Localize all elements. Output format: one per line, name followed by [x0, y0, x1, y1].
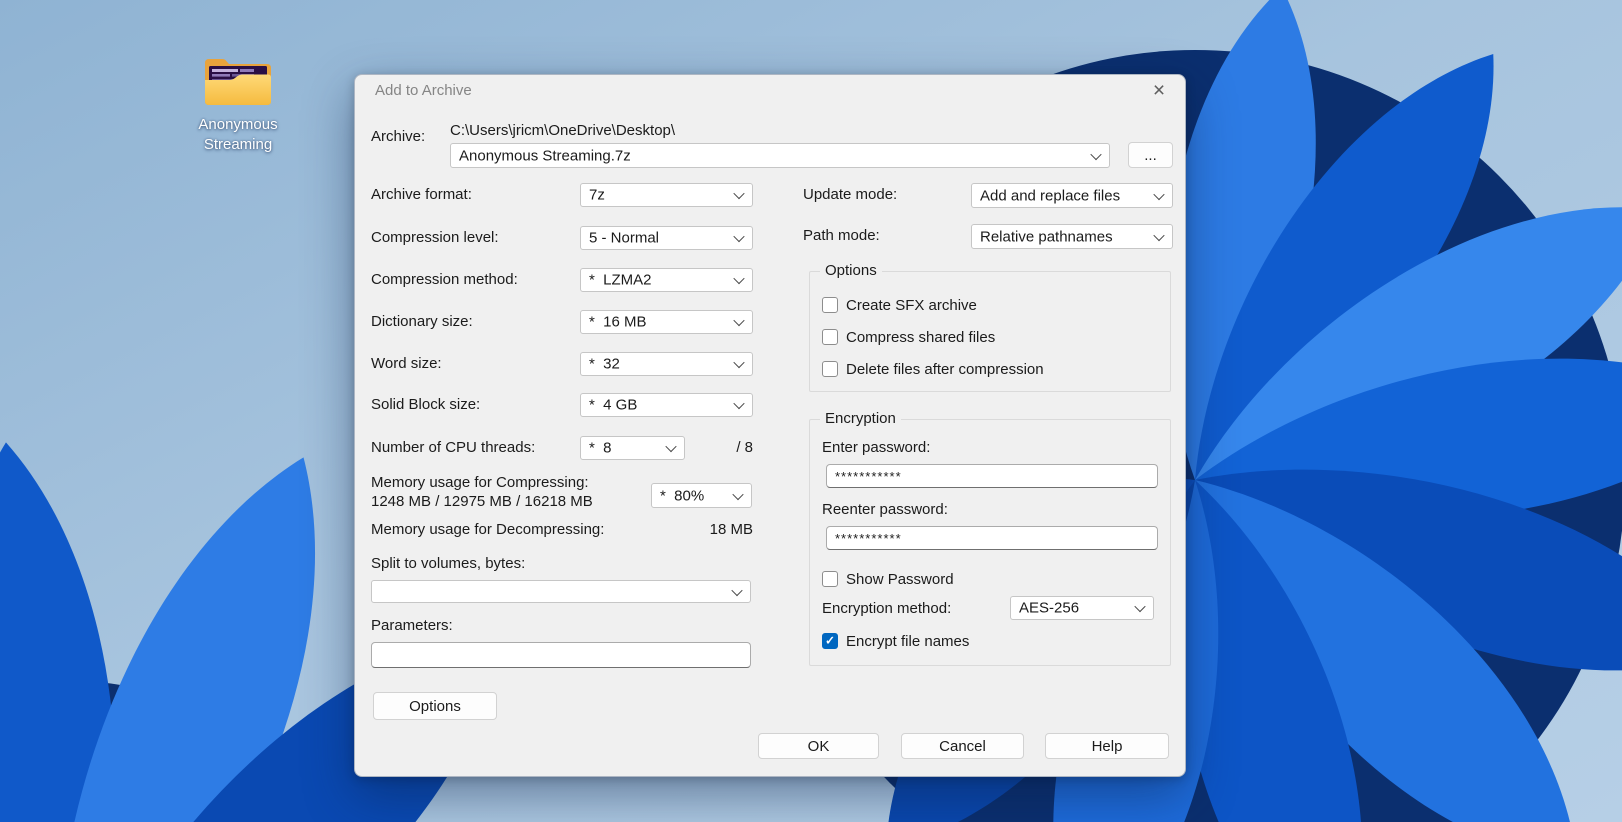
enter-password-input[interactable]	[826, 464, 1158, 488]
encryption-method-combo[interactable]: AES-256	[1010, 596, 1154, 620]
parameters-label: Parameters:	[371, 616, 453, 636]
update-mode-label: Update mode:	[803, 185, 897, 205]
update-mode-combo[interactable]: Add and replace files	[971, 183, 1173, 208]
options-button[interactable]: Options	[373, 692, 497, 720]
reenter-password-label: Reenter password:	[822, 500, 948, 520]
chevron-down-icon	[731, 584, 742, 595]
chevron-down-icon	[733, 315, 744, 326]
memory-usage-combo[interactable]: * 80%	[651, 483, 752, 508]
solid-block-size-label: Solid Block size:	[371, 395, 480, 415]
dialog-title: Add to Archive	[375, 82, 472, 99]
solid-block-size-combo[interactable]: * 4 GB	[580, 393, 753, 417]
cancel-button[interactable]: Cancel	[901, 733, 1024, 759]
chevron-down-icon	[1153, 229, 1164, 240]
cpu-threads-total: / 8	[580, 438, 753, 458]
checkbox-create-sfx-archive[interactable]: Create SFX archive	[822, 296, 977, 314]
path-mode-combo[interactable]: Relative pathnames	[971, 224, 1173, 249]
path-mode-label: Path mode:	[803, 226, 880, 246]
chevron-down-icon	[733, 273, 744, 284]
chevron-down-icon	[1134, 601, 1145, 612]
checkbox-delete-files-after-compression[interactable]: Delete files after compression	[822, 360, 1044, 378]
checkbox-show-password[interactable]: Show Password	[822, 570, 954, 588]
memory-compressing-detail: 1248 MB / 12975 MB / 16218 MB	[371, 492, 593, 511]
reenter-password-input[interactable]	[826, 526, 1158, 550]
checkbox-icon	[822, 329, 838, 345]
encryption-group: Encryption Enter password: Reenter passw…	[809, 419, 1171, 666]
compression-level-label: Compression level:	[371, 228, 499, 248]
chevron-down-icon	[733, 357, 744, 368]
memory-compressing-label: Memory usage for Compressing: 1248 MB / …	[371, 473, 593, 511]
options-group: Options Create SFX archive Compress shar…	[809, 271, 1171, 392]
compression-method-combo[interactable]: * LZMA2	[580, 268, 753, 292]
close-button[interactable]: ×	[1143, 78, 1175, 104]
chevron-down-icon	[733, 398, 744, 409]
memory-decompressing-label: Memory usage for Decompressing:	[371, 520, 604, 540]
desktop-icon-anonymous-streaming[interactable]: Anonymous Streaming	[168, 54, 308, 155]
chevron-down-icon	[733, 231, 744, 242]
encryption-method-label: Encryption method:	[822, 599, 951, 619]
encryption-group-title: Encryption	[820, 410, 901, 427]
help-button[interactable]: Help	[1045, 733, 1169, 759]
archive-format-combo[interactable]: 7z	[580, 183, 753, 207]
browse-button[interactable]: ...	[1128, 142, 1173, 168]
word-size-label: Word size:	[371, 354, 442, 374]
chevron-down-icon	[733, 188, 744, 199]
checkbox-icon	[822, 361, 838, 377]
checkbox-icon	[822, 633, 838, 649]
checkbox-icon	[822, 571, 838, 587]
dictionary-size-label: Dictionary size:	[371, 312, 473, 332]
dictionary-size-combo[interactable]: * 16 MB	[580, 310, 753, 334]
options-group-title: Options	[820, 262, 882, 279]
archive-path: C:\Users\jricm\OneDrive\Desktop\	[450, 121, 675, 141]
desktop-icon-label: Anonymous Streaming	[168, 115, 308, 155]
split-volumes-label: Split to volumes, bytes:	[371, 554, 525, 574]
archive-format-label: Archive format:	[371, 185, 472, 205]
dialog-add-to-archive: Add to Archive × Archive: C:\Users\jricm…	[354, 74, 1186, 777]
checkbox-encrypt-file-names[interactable]: Encrypt file names	[822, 632, 969, 650]
chevron-down-icon	[1090, 148, 1101, 159]
word-size-combo[interactable]: * 32	[580, 352, 753, 376]
compression-level-combo[interactable]: 5 - Normal	[580, 226, 753, 250]
close-icon: ×	[1153, 79, 1165, 103]
compression-method-label: Compression method:	[371, 270, 518, 290]
checkbox-icon	[822, 297, 838, 313]
chevron-down-icon	[1153, 188, 1164, 199]
dialog-titlebar[interactable]: Add to Archive ×	[355, 75, 1185, 105]
chevron-down-icon	[732, 488, 743, 499]
memory-decompressing-value: 18 MB	[580, 520, 753, 540]
cpu-threads-label: Number of CPU threads:	[371, 438, 535, 458]
folder-icon	[202, 54, 274, 110]
ok-button[interactable]: OK	[758, 733, 879, 759]
archive-label: Archive:	[371, 127, 425, 147]
parameters-input[interactable]	[371, 642, 751, 668]
split-volumes-combo[interactable]	[371, 580, 751, 603]
checkbox-compress-shared-files[interactable]: Compress shared files	[822, 328, 995, 346]
enter-password-label: Enter password:	[822, 438, 930, 458]
archive-name-combo[interactable]: Anonymous Streaming.7z	[450, 143, 1110, 168]
